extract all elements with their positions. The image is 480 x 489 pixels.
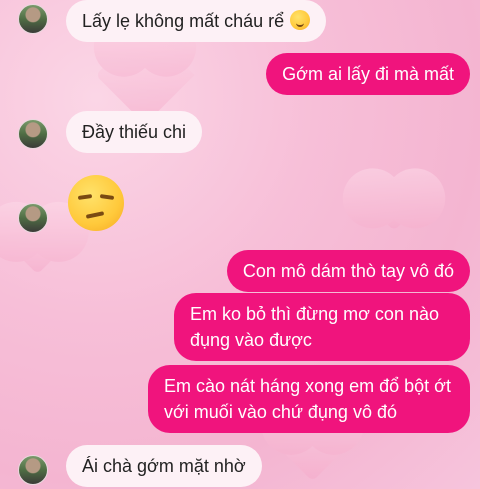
eye-icon xyxy=(77,194,93,200)
heart-decoration xyxy=(367,177,421,231)
message-text: Lấy lẹ không mất cháu rể xyxy=(82,11,285,31)
message-bubble-incoming[interactable]: Ái chà gớm mặt nhờ xyxy=(66,445,262,487)
message-bubble-incoming[interactable]: Đầy thiếu chi xyxy=(66,111,203,153)
eye-icon xyxy=(99,194,115,200)
message-bubble-outgoing[interactable]: Em ko bỏ thì đừng mơ con nào đụng vào đư… xyxy=(174,293,470,361)
message-text: Ái chà gớm mặt nhờ xyxy=(82,456,246,476)
message-bubble-outgoing[interactable]: Em cào nát háng xong em đổ bột ớt với mu… xyxy=(148,365,470,433)
message-text: Em ko bỏ thì đừng mơ con nào đụng vào đư… xyxy=(190,304,439,350)
mouth-icon xyxy=(85,211,105,219)
message-bubble-incoming[interactable]: Lấy lẹ không mất cháu rể xyxy=(66,0,327,42)
unamused-face-icon[interactable] xyxy=(68,175,124,231)
woozy-face-icon xyxy=(290,10,311,30)
avatar[interactable] xyxy=(18,203,48,233)
message-text: Đầy thiếu chi xyxy=(82,122,187,142)
message-text: Gớm ai lấy đi mà mất xyxy=(282,64,454,84)
message-text: Con mô dám thò tay vô đó xyxy=(242,261,454,281)
message-text: Em cào nát háng xong em đổ bột ớt với mu… xyxy=(164,376,451,422)
avatar[interactable] xyxy=(18,455,48,485)
avatar[interactable] xyxy=(18,119,48,149)
message-bubble-outgoing[interactable]: Con mô dám thò tay vô đó xyxy=(226,250,470,292)
avatar[interactable] xyxy=(18,4,48,34)
message-bubble-outgoing[interactable]: Gớm ai lấy đi mà mất xyxy=(266,53,470,95)
